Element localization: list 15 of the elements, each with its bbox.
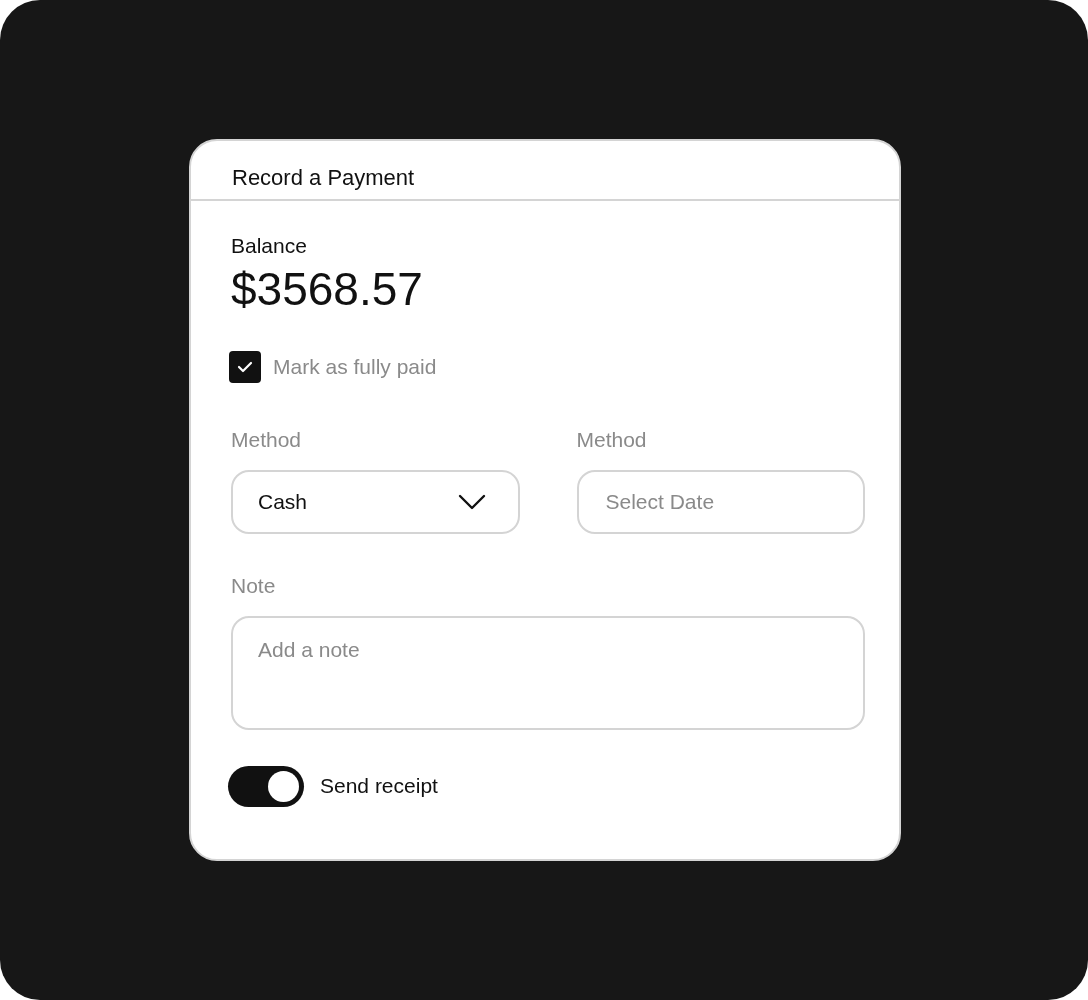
checkmark-icon — [237, 361, 253, 373]
note-field[interactable]: Add a note — [231, 615, 865, 730]
toggle-switch[interactable] — [228, 765, 304, 807]
field-label: Method — [231, 427, 303, 453]
checkbox[interactable] — [229, 351, 261, 383]
toggle-label: Send receipt — [320, 773, 438, 800]
note-label: Note — [231, 573, 277, 599]
checkbox-label: Mark as fully paid — [273, 354, 437, 381]
date-field[interactable]: Select Date — [576, 470, 865, 534]
chevron-down-icon — [457, 494, 486, 510]
method-dropdown[interactable]: Cash — [231, 470, 520, 534]
field-label: Method — [576, 427, 648, 453]
dialog-title: Record a Payment — [232, 165, 415, 190]
balance-label: Balance — [231, 233, 308, 259]
balance-amount: $3568.57 — [231, 262, 424, 317]
